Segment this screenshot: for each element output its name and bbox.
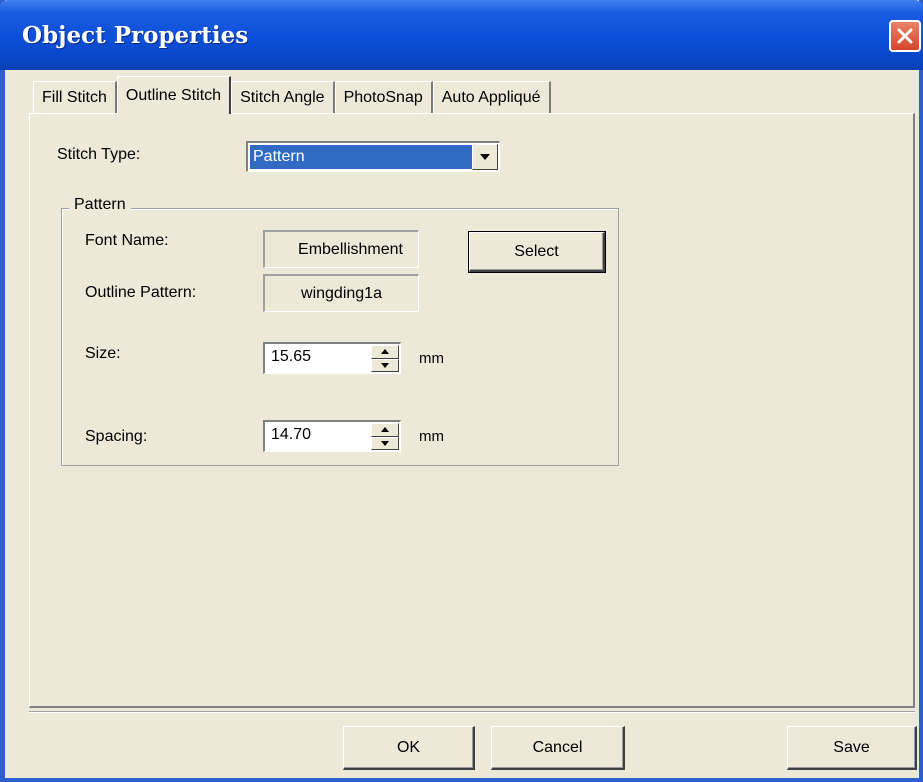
font-name-label: Font Name: (85, 232, 169, 249)
window-title: Object Properties (22, 22, 249, 49)
spacing-value: 14.70 (271, 426, 312, 443)
stitch-type-dropdown[interactable]: Pattern (246, 141, 500, 172)
spacing-down-button[interactable] (371, 436, 399, 450)
footer-separator (29, 711, 915, 713)
title-bar[interactable]: Object Properties (0, 0, 923, 70)
spacing-label: Spacing: (85, 428, 148, 445)
stitch-type-label: Stitch Type: (57, 146, 141, 163)
tab-auto-applique[interactable]: Auto Appliqué (432, 81, 551, 114)
select-button[interactable]: Select (468, 231, 606, 273)
spin-up-icon (381, 349, 389, 355)
font-name-field: Embellishment (263, 230, 419, 268)
cancel-button[interactable]: Cancel (491, 726, 625, 770)
spin-down-icon (381, 362, 389, 368)
spacing-unit: mm (419, 428, 444, 445)
spin-down-icon (381, 440, 389, 446)
font-name-value: Embellishment (298, 240, 403, 258)
size-spin-buttons (371, 345, 399, 372)
stitch-type-value: Pattern (250, 145, 474, 169)
ok-button[interactable]: OK (343, 726, 475, 770)
size-stepper[interactable]: 15.65 (263, 342, 401, 374)
close-icon (897, 28, 913, 44)
spacing-up-button[interactable] (371, 423, 399, 437)
chevron-down-icon (480, 154, 490, 160)
tab-fill-stitch[interactable]: Fill Stitch (33, 81, 117, 114)
size-label: Size: (85, 345, 121, 362)
outline-pattern-value: wingding1a (301, 284, 382, 302)
outline-pattern-label: Outline Pattern: (85, 284, 197, 301)
object-properties-dialog: Object Properties Fill Stitch Outline St… (0, 0, 923, 782)
size-unit: mm (419, 350, 444, 367)
size-up-button[interactable] (371, 345, 399, 359)
save-button[interactable]: Save (787, 726, 917, 770)
tab-strip: Fill Stitch Outline Stitch Stitch Angle … (33, 76, 551, 114)
spacing-stepper[interactable]: 14.70 (263, 420, 401, 452)
dropdown-button[interactable] (472, 144, 498, 170)
spacing-spin-buttons (371, 423, 399, 450)
size-value: 15.65 (271, 348, 312, 365)
tab-outline-stitch[interactable]: Outline Stitch (116, 76, 232, 114)
pattern-group-title: Pattern (69, 196, 131, 214)
outline-pattern-field: wingding1a (263, 274, 419, 312)
close-button[interactable] (889, 20, 921, 52)
size-down-button[interactable] (371, 358, 399, 372)
tab-photosnap[interactable]: PhotoSnap (334, 81, 433, 114)
tab-stitch-angle[interactable]: Stitch Angle (231, 81, 335, 114)
spin-up-icon (381, 427, 389, 433)
